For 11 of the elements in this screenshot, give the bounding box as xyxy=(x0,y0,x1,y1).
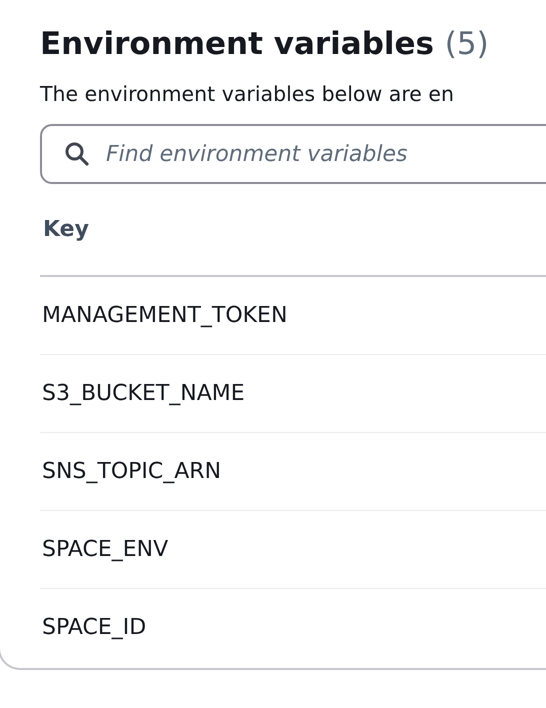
section-title: Environment variables xyxy=(40,26,434,62)
table-cell-text: MANAGEMENT_TOKEN xyxy=(41,303,288,328)
table-cell-text: S3_BUCKET_NAME xyxy=(41,381,245,406)
column-header: Key xyxy=(42,217,89,242)
search-icon xyxy=(64,141,90,167)
table-cell-text: SNS_TOPIC_ARN xyxy=(41,459,222,484)
table-cell-text: SPACE_ENV xyxy=(41,537,168,562)
item-count: (5) xyxy=(444,26,489,62)
table-cell-text: SPACE_ID xyxy=(41,615,146,640)
search-field[interactable]: Find environment variables xyxy=(40,124,546,184)
description-text: The environment variables below are en xyxy=(40,81,456,108)
